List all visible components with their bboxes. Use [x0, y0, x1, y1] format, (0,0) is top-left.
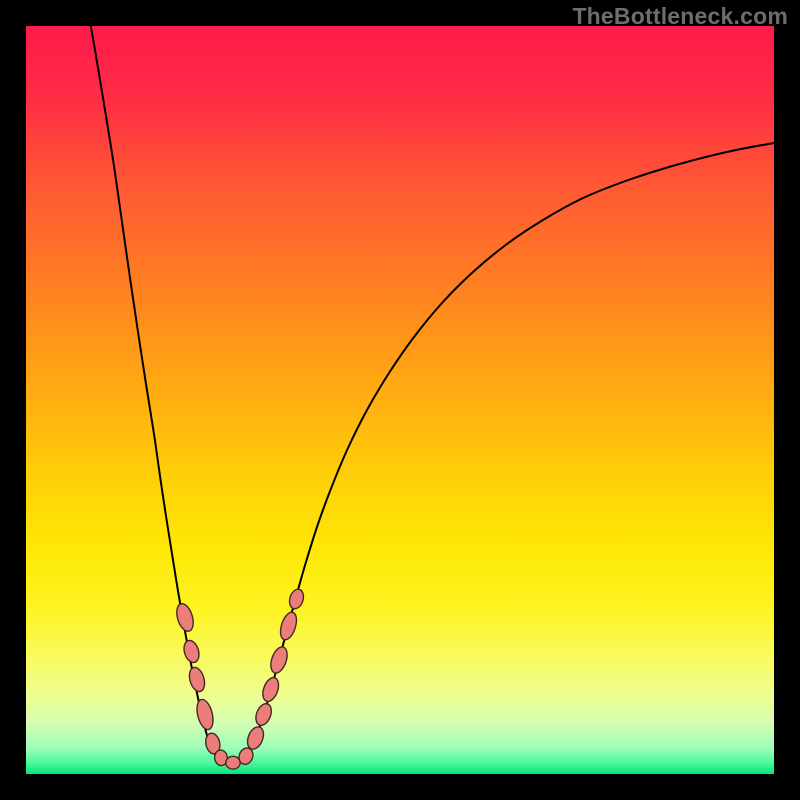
chart-svg [26, 26, 774, 774]
watermark-text: TheBottleneck.com [572, 3, 788, 30]
gradient-background [26, 26, 774, 774]
plot-area [26, 26, 774, 774]
chart-frame: TheBottleneck.com [0, 0, 800, 800]
marker-left-cluster-6 [226, 756, 240, 769]
